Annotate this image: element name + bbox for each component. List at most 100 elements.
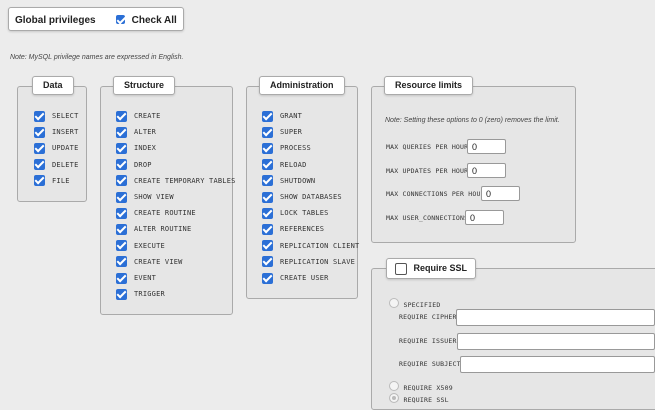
privilege-checkbox[interactable]: [34, 142, 45, 154]
privilege-label: REPLICATION SLAVE: [280, 257, 356, 266]
privilege-checkbox[interactable]: [116, 223, 127, 235]
administration-privilege-item[interactable]: SHUTDOWN: [262, 175, 315, 187]
privilege-checkbox[interactable]: [262, 159, 273, 171]
privilege-checkbox[interactable]: [116, 110, 127, 122]
privilege-checkbox[interactable]: [116, 159, 127, 171]
specified-radio[interactable]: [389, 297, 399, 308]
structure-privilege-item[interactable]: INDEX: [116, 142, 156, 154]
data-privilege-item[interactable]: FILE: [34, 175, 70, 187]
privilege-checkbox[interactable]: [116, 126, 127, 138]
privilege-checkbox[interactable]: [262, 142, 273, 154]
structure-privilege-item[interactable]: SHOW VIEW: [116, 191, 174, 203]
privilege-label: DROP: [134, 160, 152, 169]
privilege-checkbox[interactable]: [262, 126, 273, 138]
data-privilege-item[interactable]: INSERT: [34, 126, 79, 138]
privilege-checkbox[interactable]: [34, 126, 45, 138]
structure-privilege-item[interactable]: EVENT: [116, 272, 156, 284]
privilege-checkbox[interactable]: [262, 240, 273, 252]
structure-privilege-item[interactable]: CREATE TEMPORARY TABLES: [116, 175, 236, 187]
structure-privilege-item[interactable]: ALTER: [116, 126, 156, 138]
ssl-field-label: REQUIRE SUBJECT: [399, 360, 461, 368]
privilege-label: REFERENCES: [280, 225, 325, 234]
administration-privilege-item[interactable]: LOCK TABLES: [262, 207, 329, 219]
privilege-checkbox[interactable]: [262, 223, 273, 235]
data-privilege-item[interactable]: SELECT: [34, 110, 79, 122]
ssl-specified-option[interactable]: SPECIFIED: [389, 294, 440, 312]
privilege-label: PROCESS: [280, 144, 311, 153]
structure-privilege-item[interactable]: CREATE VIEW: [116, 256, 183, 268]
administration-privilege-item[interactable]: SUPER: [262, 126, 302, 138]
require-ssl-radio[interactable]: [389, 392, 399, 403]
administration-privilege-item[interactable]: PROCESS: [262, 142, 311, 154]
privilege-checkbox[interactable]: [116, 256, 127, 268]
privilege-checkbox[interactable]: [262, 256, 273, 268]
ssl-field-label: REQUIRE CIPHER: [399, 313, 457, 321]
privilege-checkbox[interactable]: [116, 142, 127, 154]
resource-limits-title: Resource limits: [384, 76, 474, 95]
privilege-checkbox[interactable]: [116, 240, 127, 252]
structure-privilege-item[interactable]: CREATE: [116, 110, 161, 122]
privilege-checkbox[interactable]: [34, 110, 45, 122]
administration-privilege-item[interactable]: CREATE USER: [262, 272, 329, 284]
privilege-label: SHUTDOWN: [280, 176, 316, 185]
privilege-checkbox[interactable]: [116, 288, 127, 300]
privilege-label: ALTER: [134, 128, 157, 137]
privilege-label: LOCK TABLES: [280, 209, 329, 218]
resource-limits-note: Note: Setting these options to 0 (zero) …: [385, 117, 560, 124]
resource-limit-input[interactable]: 0: [465, 210, 504, 225]
structure-privilege-item[interactable]: CREATE ROUTINE: [116, 207, 196, 219]
structure-group-title: Structure: [113, 76, 176, 95]
administration-privilege-item[interactable]: REFERENCES: [262, 223, 324, 235]
administration-group-title: Administration: [259, 76, 345, 95]
privilege-names-note: Note: MySQL privilege names are expresse…: [10, 54, 184, 61]
privilege-checkbox[interactable]: [116, 175, 127, 187]
structure-privilege-item[interactable]: ALTER ROUTINE: [116, 223, 191, 235]
resource-limit-label: MAX QUERIES PER HOUR: [386, 143, 469, 151]
require-ssl-header: Require SSL: [386, 258, 477, 279]
require-ssl-option[interactable]: REQUIRE SSL: [389, 389, 449, 407]
data-privilege-item[interactable]: UPDATE: [34, 142, 79, 154]
administration-privilege-item[interactable]: RELOAD: [262, 159, 307, 171]
check-all-label[interactable]: Check All: [132, 15, 177, 26]
administration-privilege-item[interactable]: SHOW DATABASES: [262, 191, 342, 203]
privilege-checkbox[interactable]: [116, 207, 127, 219]
administration-privilege-item[interactable]: REPLICATION SLAVE: [262, 256, 355, 268]
structure-privilege-item[interactable]: DROP: [116, 159, 152, 171]
page-title: Global privileges: [15, 15, 96, 26]
privilege-checkbox[interactable]: [116, 191, 127, 203]
resource-limit-label: MAX UPDATES PER HOUR: [386, 167, 469, 175]
structure-privilege-item[interactable]: EXECUTE: [116, 240, 165, 252]
ssl-field-input[interactable]: [456, 309, 655, 326]
resource-limit-label: MAX CONNECTIONS PER HOUR: [386, 190, 485, 198]
resource-limit-input[interactable]: 0: [481, 186, 520, 201]
check-all-checkbox[interactable]: [116, 15, 126, 25]
privilege-label: CREATE VIEW: [134, 257, 183, 266]
global-privileges-header: Global privileges Check All: [8, 7, 184, 31]
privilege-checkbox[interactable]: [262, 110, 273, 122]
privilege-label: CREATE USER: [280, 274, 329, 282]
privilege-label: INSERT: [52, 128, 79, 137]
resource-limit-input[interactable]: 0: [467, 163, 506, 178]
administration-privilege-item[interactable]: REPLICATION CLIENT: [262, 240, 359, 252]
require-ssl-label[interactable]: Require SSL: [414, 263, 468, 273]
privilege-label: CREATE: [134, 112, 161, 120]
privilege-label: FILE: [52, 176, 70, 185]
privilege-checkbox[interactable]: [262, 175, 273, 187]
data-privilege-item[interactable]: DELETE: [34, 159, 79, 171]
privilege-checkbox[interactable]: [262, 207, 273, 219]
ssl-field-input[interactable]: [460, 356, 655, 373]
data-group-title: Data: [32, 76, 74, 95]
require-ssl-checkbox[interactable]: [395, 262, 407, 275]
privilege-checkbox[interactable]: [262, 191, 273, 203]
administration-privilege-item[interactable]: GRANT: [262, 110, 302, 122]
privilege-checkbox[interactable]: [34, 159, 45, 171]
privilege-checkbox[interactable]: [262, 272, 273, 284]
privilege-checkbox[interactable]: [34, 175, 45, 187]
privilege-label: REPLICATION CLIENT: [280, 241, 360, 250]
structure-privilege-item[interactable]: TRIGGER: [116, 288, 165, 300]
ssl-field-input[interactable]: [457, 333, 655, 350]
privilege-label: RELOAD: [280, 160, 307, 169]
privilege-checkbox[interactable]: [116, 272, 127, 284]
resource-limit-input[interactable]: 0: [467, 139, 506, 154]
privilege-label: ALTER ROUTINE: [134, 225, 192, 234]
